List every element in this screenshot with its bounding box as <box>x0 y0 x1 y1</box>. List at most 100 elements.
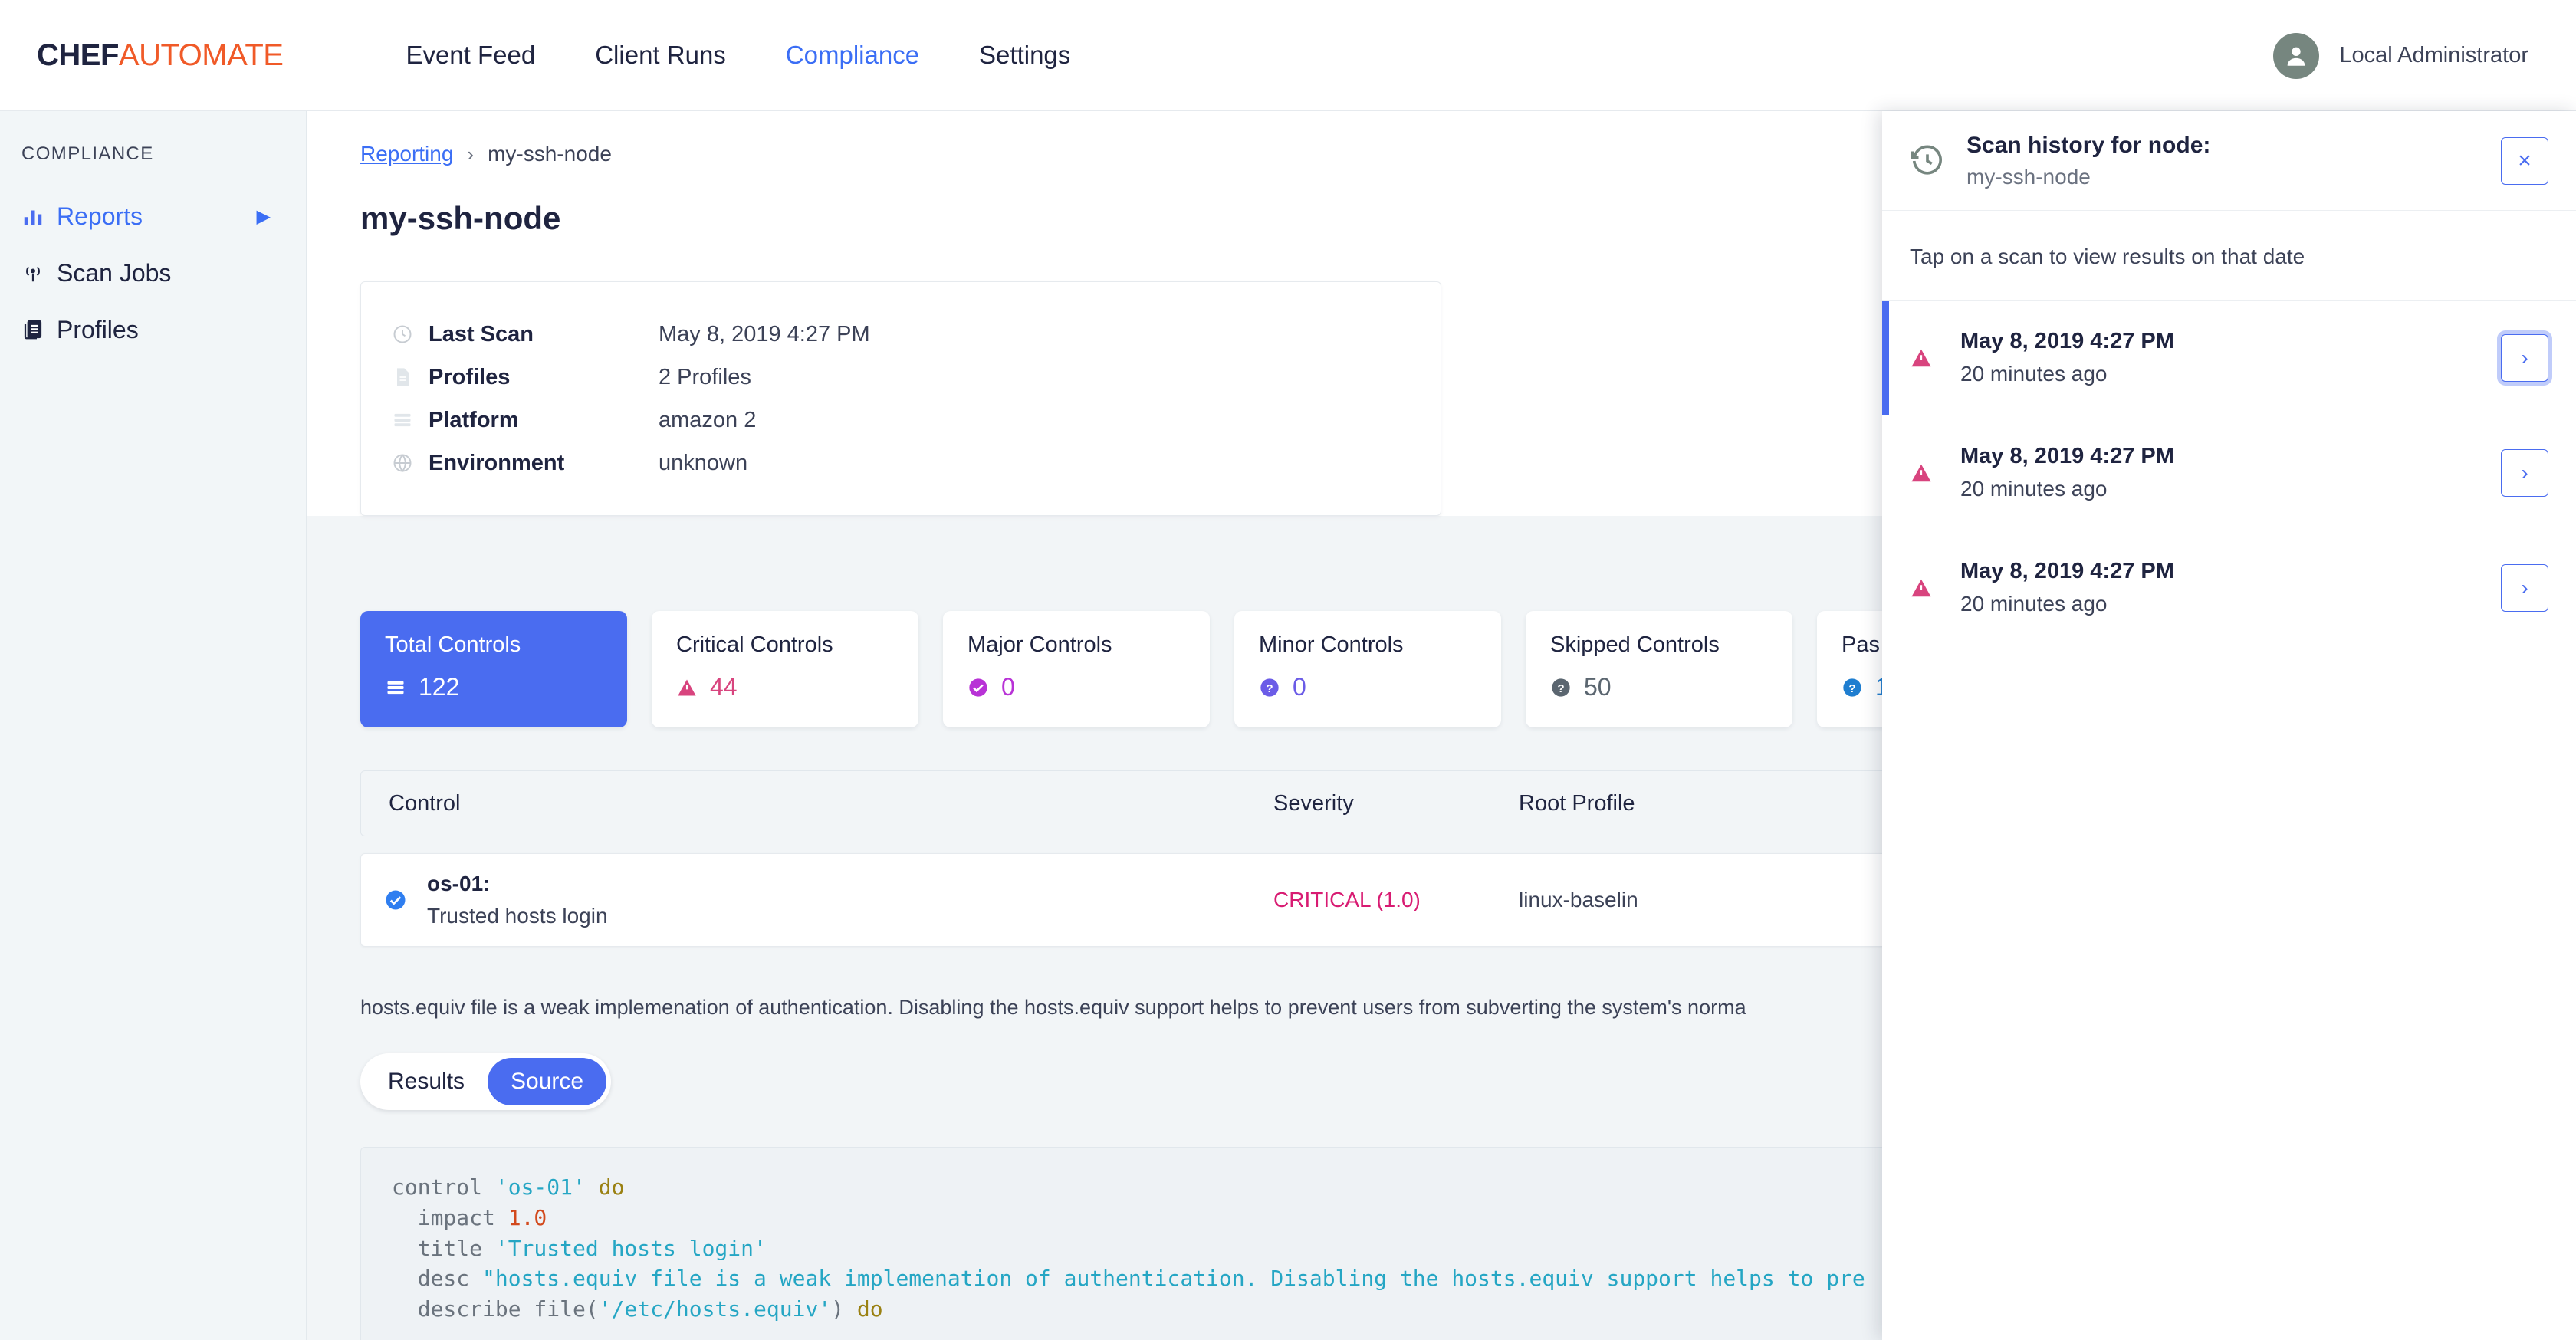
scan-history-panel: Scan history for node: my-ssh-node × Tap… <box>1882 111 2576 1340</box>
scan-relative-time: 20 minutes ago <box>1960 362 2108 386</box>
stat-label: Total Controls <box>385 632 521 657</box>
logo-automate-text: AUTOMATE <box>118 38 284 72</box>
column-header-severity: Severity <box>1273 790 1354 816</box>
info-value: amazon 2 <box>659 407 757 432</box>
results-source-tabs: Results Source <box>360 1053 612 1110</box>
code-keyword: do <box>585 1174 625 1200</box>
check-circle-icon <box>386 890 406 910</box>
scan-text: May 8, 2019 4:27 PM 20 minutes ago <box>1960 559 2501 616</box>
sidebar-item-profiles[interactable]: Profiles <box>0 301 306 358</box>
stat-label: Critical Controls <box>676 632 833 657</box>
code-string: "hosts.equiv file is a weak implemenatio… <box>482 1266 1865 1292</box>
stat-card-critical-controls[interactable]: Critical Controls 44 <box>652 611 918 727</box>
user-name-label: Local Administrator <box>2339 43 2528 67</box>
chevron-right-icon[interactable]: › <box>2501 448 2548 497</box>
svg-text:?: ? <box>1848 681 1855 695</box>
sidebar-item-label: Reports <box>57 202 143 230</box>
app-logo[interactable]: CHEFAUTOMATE <box>37 38 284 73</box>
code-text: describe file( <box>392 1296 599 1322</box>
stat-label: Major Controls <box>968 632 1112 657</box>
info-label: Profiles <box>429 364 511 389</box>
info-label: Last Scan <box>429 321 534 346</box>
stat-label: Skipped Controls <box>1550 632 1720 657</box>
stat-card-major-controls[interactable]: Major Controls 0 <box>943 611 1210 727</box>
document-icon <box>392 366 429 388</box>
code-number: 1.0 <box>508 1204 547 1230</box>
info-row-environment: Environment unknown <box>361 442 1441 484</box>
sidebar-section-title: COMPLIANCE <box>21 143 154 164</box>
bar-chart-icon <box>21 205 57 228</box>
documents-icon <box>21 318 57 341</box>
code-string: 'Trusted hosts login' <box>495 1235 767 1261</box>
question-circle-icon: ? <box>1843 678 1861 697</box>
column-header-control: Control <box>389 790 461 816</box>
stat-value: 0 <box>1293 673 1306 701</box>
code-string: '/etc/hosts.equiv' <box>598 1296 832 1322</box>
stat-value-wrap: 122 <box>385 673 627 701</box>
code-text: desc <box>392 1266 483 1292</box>
top-navigation-bar: CHEFAUTOMATE Event Feed Client Runs Comp… <box>0 0 2576 111</box>
code-text: title <box>392 1235 495 1261</box>
person-icon <box>2288 47 2305 66</box>
svg-text:?: ? <box>1266 681 1273 695</box>
info-value: unknown <box>659 450 748 475</box>
clock-icon <box>392 324 429 345</box>
stat-card-total-controls[interactable]: Total Controls 122 <box>360 611 627 727</box>
panel-subtitle: my-ssh-node <box>1967 164 2091 189</box>
nav-item-compliance[interactable]: Compliance <box>786 41 919 70</box>
code-keyword: do <box>856 1296 883 1322</box>
svg-text:?: ? <box>1557 681 1564 695</box>
stat-value-wrap: ? 0 <box>1259 673 1501 701</box>
close-icon[interactable]: × <box>2501 136 2548 185</box>
user-menu[interactable]: Local Administrator <box>2273 0 2528 111</box>
scan-text: May 8, 2019 4:27 PM 20 minutes ago <box>1960 444 2501 501</box>
stat-card-skipped-controls[interactable]: Skipped Controls ? 50 <box>1526 611 1792 727</box>
chevron-right-icon[interactable]: › <box>2501 333 2548 382</box>
info-label: Environment <box>429 450 565 475</box>
warning-triangle-icon <box>1910 346 1960 369</box>
stat-value: 50 <box>1584 673 1612 701</box>
globe-icon <box>392 452 429 474</box>
breadcrumb-link-reporting[interactable]: Reporting <box>360 142 453 166</box>
panel-hint-text: Tap on a scan to view results on that da… <box>1910 245 2305 268</box>
scan-date: May 8, 2019 4:27 PM <box>1960 559 2174 583</box>
sidebar-item-label: Scan Jobs <box>57 258 172 287</box>
list-item[interactable]: May 8, 2019 4:27 PM 20 minutes ago › <box>1882 300 2576 415</box>
chevron-right-icon: ▶ <box>256 205 271 227</box>
warning-triangle-icon <box>1910 576 1960 599</box>
nav-item-settings[interactable]: Settings <box>979 41 1070 70</box>
control-text: os-01: Trusted hosts login <box>427 872 608 928</box>
list-item[interactable]: May 8, 2019 4:27 PM 20 minutes ago › <box>1882 530 2576 645</box>
scan-text: May 8, 2019 4:27 PM 20 minutes ago <box>1960 329 2501 386</box>
info-value: 2 Profiles <box>659 364 751 389</box>
control-root-profile: linux-baselin <box>1519 888 1638 911</box>
stat-card-minor-controls[interactable]: Minor Controls ? 0 <box>1234 611 1501 727</box>
tab-source[interactable]: Source <box>488 1058 607 1105</box>
warning-triangle-icon <box>678 679 696 695</box>
sidebar-item-scan-jobs[interactable]: Scan Jobs <box>0 245 306 301</box>
tab-results[interactable]: Results <box>365 1058 488 1105</box>
stat-label: Minor Controls <box>1259 632 1404 657</box>
info-row-platform: Platform amazon 2 <box>361 399 1441 442</box>
panel-title-block: Scan history for node: my-ssh-node <box>1967 133 2501 189</box>
nav-item-client-runs[interactable]: Client Runs <box>595 41 726 70</box>
nav-item-event-feed[interactable]: Event Feed <box>406 41 535 70</box>
history-icon <box>1910 143 1967 179</box>
sidebar: COMPLIANCE Reports ▶ Scan Jobs Profiles <box>0 111 307 1340</box>
stat-value-wrap: 44 <box>676 673 918 701</box>
list-item[interactable]: May 8, 2019 4:27 PM 20 minutes ago › <box>1882 415 2576 530</box>
stat-value-wrap: 0 <box>968 673 1210 701</box>
sidebar-item-reports[interactable]: Reports ▶ <box>0 188 306 245</box>
info-label: Platform <box>429 407 519 432</box>
table-row[interactable]: os-01: Trusted hosts login CRITICAL (1.0… <box>360 853 2047 947</box>
list-icon <box>392 409 429 431</box>
stat-value: 122 <box>419 673 460 701</box>
node-info-card: Last Scan May 8, 2019 4:27 PM Profiles 2… <box>360 281 1441 516</box>
main-nav: Event Feed Client Runs Compliance Settin… <box>406 41 1070 70</box>
info-row-profiles: Profiles 2 Profiles <box>361 356 1441 399</box>
scan-relative-time: 20 minutes ago <box>1960 592 2108 616</box>
radar-icon <box>21 261 57 284</box>
stat-value: 0 <box>1001 673 1015 701</box>
chevron-right-icon[interactable]: › <box>2501 563 2548 612</box>
check-circle-icon <box>969 678 987 697</box>
